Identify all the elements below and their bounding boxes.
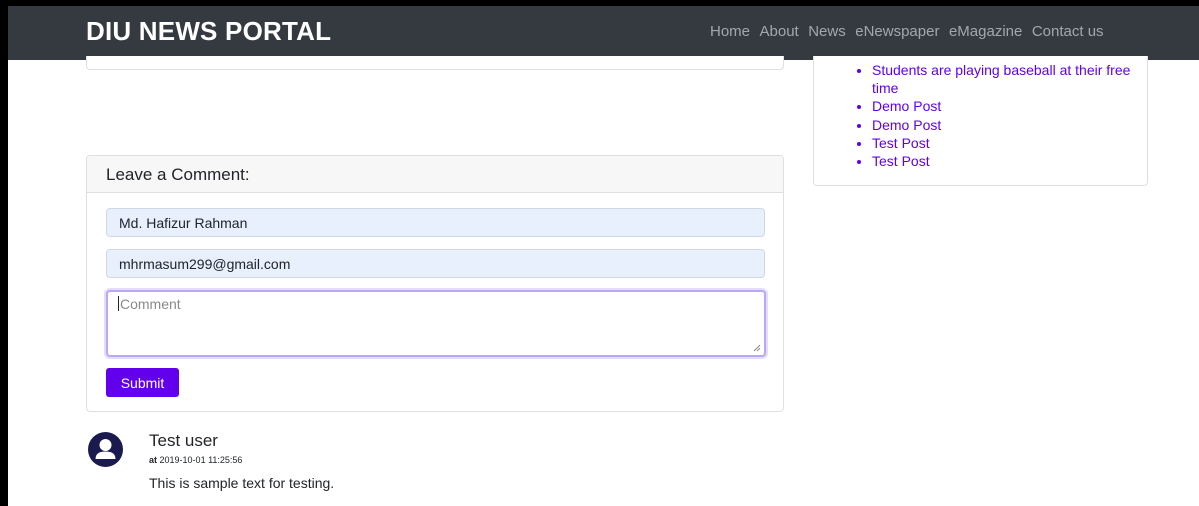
comment-datetime: 2019-10-01 11:25:56	[159, 455, 243, 465]
nav-links: Home About News eNewspaper eMagazine Con…	[710, 23, 1113, 40]
recent-post-item: Students are playing baseball at their f…	[872, 61, 1137, 97]
comment-textarea[interactable]: Comment	[106, 290, 766, 357]
comment-item: Test user at 2019-10-01 11:25:56 This is…	[86, 425, 786, 505]
comment-author: Test user	[149, 431, 218, 450]
post-card-bottom-edge	[86, 56, 784, 70]
email-field[interactable]: mhrmasum299@gmail.com	[106, 249, 765, 278]
submit-button[interactable]: Submit	[106, 368, 179, 397]
comment-body: This is sample text for testing.	[149, 475, 335, 491]
comment-at-label: at	[149, 455, 158, 465]
recent-posts-list: Students are playing baseball at their f…	[852, 61, 1137, 170]
window-border-left	[0, 0, 8, 506]
name-field[interactable]: Md. Hafizur Rahman	[106, 208, 765, 237]
nav-link-enewspaper[interactable]: eNewspaper	[855, 23, 939, 40]
recent-post-link[interactable]: Demo Post	[872, 98, 941, 114]
comment-form-title: Leave a Comment:	[87, 156, 783, 193]
nav-link-contact[interactable]: Contact us	[1032, 23, 1104, 40]
comment-timestamp: at 2019-10-01 11:25:56	[149, 455, 242, 465]
recent-post-item: Demo Post	[872, 116, 1137, 134]
user-avatar-icon	[88, 432, 123, 467]
recent-post-link[interactable]: Students are playing baseball at their f…	[872, 62, 1130, 96]
nav-link-home[interactable]: Home	[710, 23, 750, 40]
resize-grip-icon[interactable]	[753, 344, 761, 352]
top-navbar: DIU NEWS PORTAL Home About News eNewspap…	[8, 6, 1199, 60]
brand-logo[interactable]: DIU NEWS PORTAL	[86, 16, 331, 47]
recent-post-link[interactable]: Demo Post	[872, 117, 941, 133]
recent-post-item: Demo Post	[872, 97, 1137, 115]
recent-post-item: Test Post	[872, 134, 1137, 152]
nav-link-news[interactable]: News	[808, 23, 846, 40]
recent-posts-card: Students are playing baseball at their f…	[813, 56, 1148, 186]
nav-link-about[interactable]: About	[760, 23, 799, 40]
text-caret	[118, 296, 119, 311]
recent-post-link[interactable]: Test Post	[872, 153, 930, 169]
comment-placeholder: Comment	[120, 296, 181, 312]
nav-link-emagazine[interactable]: eMagazine	[949, 23, 1022, 40]
recent-post-item: Test Post	[872, 152, 1137, 170]
comment-form-card: Leave a Comment: Md. Hafizur Rahman mhrm…	[86, 155, 784, 412]
recent-post-link[interactable]: Test Post	[872, 135, 930, 151]
